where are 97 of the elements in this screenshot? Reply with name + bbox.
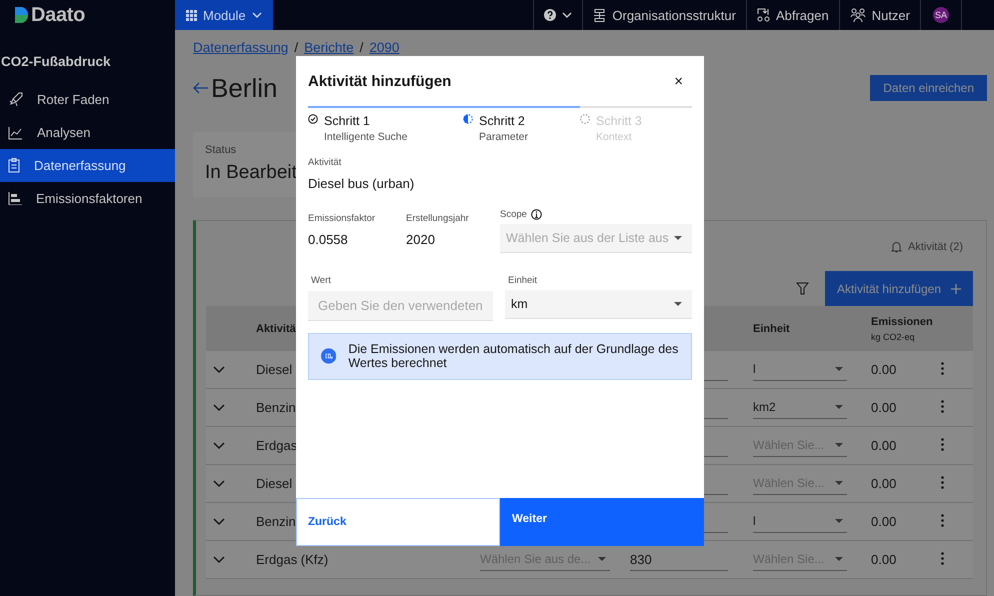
section-heading: CO2-Fußabdruck [1, 54, 112, 69]
dialog-title: Aktivität hinzufügen [308, 72, 452, 90]
column-header: Aktivitä [256, 322, 296, 334]
chart-icon [8, 126, 23, 140]
field-label: Einheit [507, 275, 538, 286]
field-value: 0.0558 [308, 232, 349, 247]
breadcrumb-separator: / [360, 40, 364, 54]
input-field[interactable]: Geben Sie den verwendeten [308, 291, 493, 321]
dropdown-field[interactable]: km [505, 290, 692, 319]
overflow-menu-icon[interactable] [941, 400, 944, 412]
chevron-icon[interactable] [213, 442, 225, 450]
overflow-menu-icon[interactable] [941, 476, 944, 488]
column-header: Einheit [753, 322, 791, 334]
back-button[interactable]: Zurück [296, 498, 500, 546]
sidebar-item[interactable]: Emissionsfaktoren [0, 182, 175, 215]
page-title: Berlin [211, 72, 278, 104]
chevron-icon[interactable] [213, 556, 225, 564]
input-field[interactable]: 830 [630, 548, 728, 570]
field-label: Aktivität [308, 157, 342, 168]
flow-icon [756, 8, 770, 22]
overflow-menu-icon[interactable] [941, 552, 944, 564]
dropdown-field[interactable]: l [753, 358, 847, 380]
logo-text: Daato [31, 4, 86, 26]
help-icon [544, 9, 556, 21]
chevron-icon[interactable] [213, 518, 225, 526]
add-activity-button[interactable]: Aktivität hinzufügen [824, 271, 973, 306]
table-cell-text: 0.00 [871, 476, 898, 491]
hierarchy-icon [593, 8, 606, 22]
table-cell-text: 0.00 [871, 552, 898, 567]
overflow-menu-icon[interactable] [941, 438, 944, 450]
clipboard-icon [8, 158, 20, 173]
dropdown-field[interactable]: km2 [753, 396, 847, 418]
notice-text: Die Emissionen werden automatisch auf der Grundlage des Wertes berechnet [348, 342, 679, 370]
table-cell: Diesel [256, 476, 292, 491]
field-label: Wert [310, 275, 332, 286]
dropdown-field[interactable]: l [753, 510, 847, 532]
caret-icon [835, 405, 843, 409]
nav-link[interactable]: Organisationsstruktur [583, 8, 746, 22]
field-label: Scope [500, 209, 527, 220]
next-button[interactable]: Weiter [500, 498, 704, 546]
breadcrumb-link[interactable]: Berichte [304, 40, 354, 54]
close-button[interactable]: × [665, 72, 692, 90]
table-cell-text: 0.00 [871, 400, 898, 415]
column-header: Emissionen [871, 316, 934, 328]
field-label: Erstellungsjahr [406, 213, 470, 224]
logo-icon [14, 7, 28, 23]
co2-icon [321, 346, 336, 366]
table-cell-text: 0.00 [871, 438, 898, 453]
field-value: Diesel bus (urban) [308, 176, 416, 191]
breadcrumb-link[interactable]: 2090 [369, 40, 400, 54]
field-value: 2020 [406, 232, 436, 247]
chevron-icon [562, 12, 572, 18]
bell-icon [890, 240, 902, 252]
field-label: Emissionsfaktor [308, 213, 376, 224]
nav-link[interactable]: Nutzer [840, 8, 920, 22]
table-cell: Diesel [256, 362, 292, 377]
breadcrumb-link[interactable]: Datenerfassung [193, 40, 288, 54]
progress-step[interactable]: Schritt 2 Parameter [463, 106, 580, 146]
grid-icon [186, 10, 197, 20]
table-cell-text: 0.00 [871, 514, 898, 529]
user-avatar[interactable]: SA [933, 7, 949, 23]
sidebar-item[interactable]: Analysen [0, 116, 175, 149]
chevron-icon[interactable] [213, 366, 225, 374]
caret-icon [835, 557, 843, 561]
sidebar-item[interactable]: Roter Faden [0, 83, 175, 116]
sidebar-item[interactable]: Datenerfassung [0, 149, 175, 182]
stack-icon [8, 192, 22, 205]
overflow-menu-icon[interactable] [941, 362, 944, 374]
info-icon [530, 209, 542, 220]
chevron-icon [252, 12, 262, 18]
caret-icon [598, 557, 606, 561]
caret-icon [835, 367, 843, 371]
overflow-menu-icon[interactable] [941, 514, 944, 526]
table-cell: Erdgas [256, 438, 298, 453]
status-value: In Bearbeit [205, 162, 297, 184]
caret-icon [835, 481, 843, 485]
chevron-icon[interactable] [213, 404, 225, 412]
filter-icon[interactable] [796, 282, 809, 295]
activity-count[interactable]: Aktivität (2) [908, 240, 963, 252]
table-cell: Benzin [256, 514, 296, 529]
table-cell-text: 0.00 [871, 362, 898, 377]
status-label: Status [205, 144, 238, 156]
back-arrow-icon[interactable] [193, 82, 209, 94]
chevron-icon[interactable] [213, 480, 225, 488]
column-unit: kg CO2-eq [871, 332, 916, 342]
caret-icon [674, 236, 682, 240]
plus-icon [951, 284, 961, 294]
submit-button[interactable]: Daten einreichen [870, 75, 987, 101]
caret-icon [835, 443, 843, 447]
table-cell: Benzin [256, 400, 296, 415]
caret-icon [835, 519, 843, 523]
table-cell: Erdgas (Kfz) [256, 552, 328, 567]
module-button[interactable]: Module [175, 0, 273, 30]
nav-link[interactable]: Abfragen [746, 8, 839, 22]
breadcrumb-separator: / [294, 40, 298, 54]
progress-step[interactable]: Schritt 1 Intelligente Suche [308, 106, 463, 146]
users-icon [850, 8, 866, 22]
